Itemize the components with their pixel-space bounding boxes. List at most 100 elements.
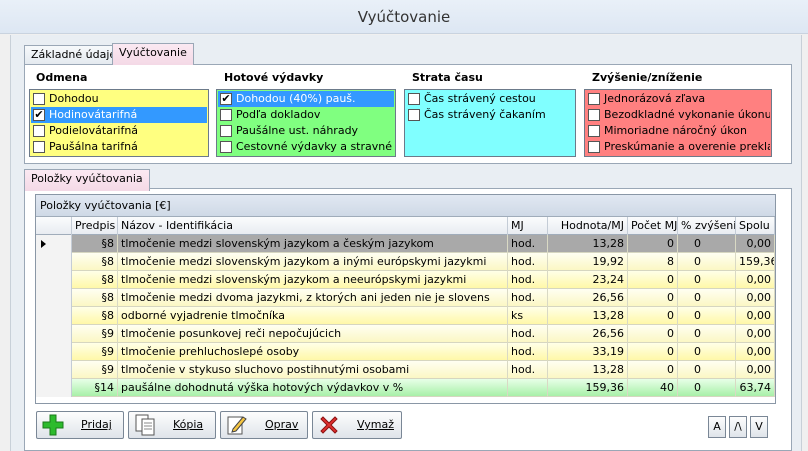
cell-pocet[interactable]: 0 [628,307,678,325]
checkbox[interactable] [220,125,232,137]
delete-button[interactable]: Vymaž [312,411,402,439]
cell-hodnota[interactable]: 33,19 [548,343,628,361]
odmena-item-dohodou[interactable]: Dohodou [31,91,207,107]
cell-nazov[interactable]: paušálne dohodnutá výška hotových výdavk… [118,379,508,397]
cell-nazov[interactable]: odborné vyjadrenie tlmočníka [118,307,508,325]
row-indicator[interactable] [36,253,72,271]
move-up-button[interactable]: /\ [729,416,747,438]
cell-pocet[interactable]: 0 [628,235,678,253]
table-row[interactable]: §8 tlmočenie medzi dvoma jazykmi, z ktorý… [36,289,775,307]
cell-zvysenie[interactable]: 0 [678,289,736,307]
col-header-zvysenie[interactable]: % zvýšenia [678,217,736,235]
edit-button[interactable]: Oprav [220,411,308,439]
col-header-hodnota[interactable]: Hodnota/MJ [548,217,628,235]
checkbox[interactable] [33,125,45,137]
cell-predpis[interactable]: §9 [72,343,118,361]
cell-predpis[interactable]: §14 [72,379,118,397]
cell-pocet[interactable]: 0 [628,325,678,343]
cell-mj[interactable] [508,379,548,397]
table-row[interactable]: §8 odborné vyjadrenie tlmočníka ks 13,28 0 0 0… [36,307,775,325]
checkbox[interactable] [588,125,600,137]
cell-nazov[interactable]: tlmočenie v stykuso sluchovo postihnutým… [118,361,508,379]
odmena-item-pausalna[interactable]: Paušálna tarifná [31,139,207,155]
cell-hodnota[interactable]: 13,28 [548,307,628,325]
col-header-predpis[interactable]: Predpis [72,217,118,235]
cell-pocet[interactable]: 40 [628,379,678,397]
strata-item-cakanim[interactable]: Čas strávený čakaním [406,107,574,123]
cell-zvysenie[interactable]: 0 [678,307,736,325]
tab-polozky-vyuctovania[interactable]: Položky vyúčtovania [24,169,150,191]
cell-hodnota[interactable]: 26,56 [548,325,628,343]
cell-nazov[interactable]: tlmočenie medzi slovenským jazykom a iný… [118,253,508,271]
col-header-pocet[interactable]: Počet MJ [628,217,678,235]
cell-nazov[interactable]: tlmočenie medzi slovenským jazykom a čes… [118,235,508,253]
checkbox[interactable] [220,141,232,153]
cell-spolu[interactable]: 0,00 [736,289,775,307]
cell-pocet[interactable]: 0 [628,343,678,361]
checkbox[interactable] [33,93,45,105]
checkbox[interactable] [408,109,420,121]
cell-predpis[interactable]: §8 [72,253,118,271]
table-row[interactable]: §9 tlmočenie prehluchoslepé osoby hod. 33,1… [36,343,775,361]
checkbox[interactable] [33,141,45,153]
cell-predpis[interactable]: §8 [72,289,118,307]
table-row[interactable]: §8 tlmočenie medzi slovenským jazykom a i… [36,253,775,271]
cell-mj[interactable]: hod. [508,271,548,289]
table-row[interactable]: §8 tlmočenie medzi slovenským jazykom a n… [36,271,775,289]
row-indicator[interactable] [36,235,72,253]
cell-pocet[interactable]: 8 [628,253,678,271]
cell-hodnota[interactable]: 19,92 [548,253,628,271]
zvysenie-item-bezodkladne[interactable]: Bezodkladné vykonanie úkonu [586,107,770,123]
col-header-spolu[interactable]: Spolu [€] [736,217,775,235]
row-indicator[interactable] [36,307,72,325]
cell-predpis[interactable]: §9 [72,361,118,379]
cell-nazov[interactable]: tlmočenie medzi slovenským jazykom a nee… [118,271,508,289]
row-indicator[interactable] [36,343,72,361]
cell-spolu[interactable]: 159,36 [736,253,775,271]
hotove-item-podla-dokladov[interactable]: Podľa dokladov [218,107,394,123]
cell-zvysenie[interactable]: 0 [678,271,736,289]
cell-zvysenie[interactable]: 0 [678,343,736,361]
hotove-item-cestovne[interactable]: Cestovné výdavky a stravné [218,139,394,155]
cell-mj[interactable]: hod. [508,289,548,307]
cell-mj[interactable]: ks [508,307,548,325]
zvysenie-item-preskumanie[interactable]: Preskúmanie a overenie prekladu [586,139,770,155]
cell-pocet[interactable]: 0 [628,289,678,307]
cell-zvysenie[interactable]: 0 [678,235,736,253]
cell-predpis[interactable]: §8 [72,307,118,325]
zvysenie-item-mimoriadne[interactable]: Mimoriadne náročný úkon [586,123,770,139]
checkbox[interactable] [220,109,232,121]
tab-vyuctovanie[interactable]: Vyúčtovanie [112,43,194,65]
col-header-nazov[interactable]: Názov - Identifikácia [118,217,508,235]
cell-mj[interactable]: hod. [508,253,548,271]
row-indicator[interactable] [36,289,72,307]
cell-mj[interactable]: hod. [508,343,548,361]
sort-a-button[interactable]: A [708,416,726,438]
cell-mj[interactable]: hod. [508,361,548,379]
cell-hodnota[interactable]: 13,28 [548,361,628,379]
cell-spolu[interactable]: 0,00 [736,271,775,289]
cell-mj[interactable]: hod. [508,325,548,343]
cell-nazov[interactable]: tlmočenie prehluchoslepé osoby [118,343,508,361]
cell-spolu[interactable]: 0,00 [736,361,775,379]
cell-spolu[interactable]: 0,00 [736,235,775,253]
odmena-item-hodinovatarifna[interactable]: Hodinovátarifná [31,107,207,123]
odmena-item-podielovatarifna[interactable]: Podielovátarifná [31,123,207,139]
strata-item-cestou[interactable]: Čas strávený cestou [406,91,574,107]
checkbox[interactable] [408,93,420,105]
table-row[interactable]: §9 tlmočenie v stykuso sluchovo postihnut… [36,361,775,379]
row-indicator[interactable] [36,325,72,343]
cell-zvysenie[interactable]: 0 [678,379,736,397]
cell-nazov[interactable]: tlmočenie medzi dvoma jazykmi, z ktorých… [118,289,508,307]
col-header-mj[interactable]: MJ [508,217,548,235]
table-row[interactable]: §8 tlmočenie medzi slovenským jazykom a č… [36,235,775,253]
cell-predpis[interactable]: §8 [72,271,118,289]
cell-spolu[interactable]: 0,00 [736,343,775,361]
zvysenie-item-zlava[interactable]: Jednorázová zľava [586,91,770,107]
checkbox[interactable] [588,93,600,105]
cell-zvysenie[interactable]: 0 [678,325,736,343]
cell-zvysenie[interactable]: 0 [678,361,736,379]
cell-hodnota[interactable]: 26,56 [548,289,628,307]
cell-hodnota[interactable]: 159,36 [548,379,628,397]
hotove-item-pausalne[interactable]: Paušálne ust. náhrady [218,123,394,139]
